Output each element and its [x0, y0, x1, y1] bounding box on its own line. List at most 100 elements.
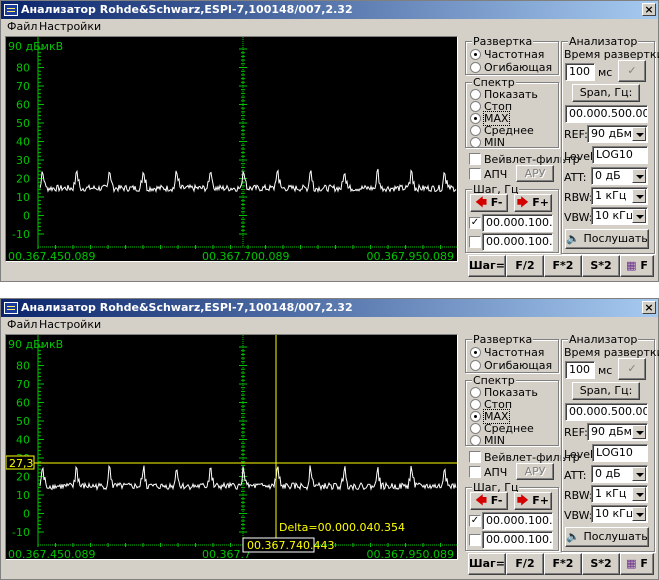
s-double-button[interactable]: S*2 [582, 553, 620, 575]
span-field[interactable]: 00.000.500.000 [565, 403, 648, 421]
step2-field[interactable]: 00.000.100.000 [482, 531, 553, 549]
f-half-button[interactable]: F/2 [506, 553, 544, 575]
sweep-time-field[interactable]: 100 [565, 63, 595, 81]
radio-circle[interactable] [470, 423, 481, 434]
radio-circle[interactable] [470, 435, 481, 446]
span-button[interactable]: Span, Гц: [572, 84, 640, 102]
step1-checkbox[interactable]: ✓ [469, 515, 481, 527]
radio-circle[interactable] [470, 411, 481, 422]
s-double-button[interactable]: S*2 [582, 255, 620, 277]
close-button[interactable]: × [642, 301, 656, 314]
radio-circle[interactable] [470, 101, 481, 112]
radio-circle[interactable] [470, 347, 481, 358]
freq-plus-button[interactable]: 🡆 F+ [514, 194, 552, 212]
radio-circle[interactable] [470, 399, 481, 410]
radio-circle[interactable] [470, 125, 481, 136]
title-bar[interactable]: Анализатор Rohde&Schwarz,ESPI-7,100148/0… [1, 299, 658, 317]
dropdown-arrow-icon[interactable] [632, 507, 646, 521]
radio-circle[interactable] [470, 113, 481, 124]
freq-minus-button[interactable]: 🡄 F- [470, 194, 508, 212]
level-field[interactable]: LOG10 [592, 146, 648, 164]
step1-field[interactable]: 00.000.100.000 [482, 214, 553, 232]
dropdown-arrow-icon[interactable] [632, 425, 646, 439]
dropdown-arrow-icon[interactable] [632, 189, 646, 203]
dropdown-arrow-icon[interactable] [632, 209, 646, 223]
f-double-button[interactable]: F*2 [544, 553, 582, 575]
f-double-button[interactable]: F*2 [544, 255, 582, 277]
chart-f-button[interactable]: ▦ F [620, 255, 654, 277]
dropdown-arrow-icon[interactable] [632, 127, 646, 141]
y-tick-label: 50 [16, 117, 30, 130]
menu-file[interactable]: Файл [7, 20, 37, 33]
radio-circle[interactable] [470, 137, 481, 148]
agc-button[interactable]: АРУ [516, 165, 554, 182]
att-label: ATT: [564, 469, 587, 482]
sweep-time-field[interactable]: 100 [565, 361, 595, 379]
spectrum-trace [39, 464, 457, 492]
chart-f-button[interactable]: ▦ F [620, 553, 654, 575]
sweep-frequency-radio[interactable]: Частотная [470, 346, 544, 359]
y-tick-label: 0 [23, 508, 30, 521]
sweep-envelope-radio[interactable]: Огибающая [470, 61, 552, 74]
y-unit-label: 90 дБмкВ [8, 40, 63, 53]
radio-circle[interactable] [470, 49, 481, 60]
radio-circle[interactable] [470, 387, 481, 398]
rbw-select[interactable]: 1 кГц [591, 485, 648, 503]
dropdown-arrow-icon[interactable] [632, 169, 646, 183]
afc-checkbox[interactable]: АПЧ [469, 168, 507, 181]
sweep-frequency-radio[interactable]: Частотная [470, 48, 544, 61]
agc-button[interactable]: АРУ [516, 463, 554, 480]
vbw-select[interactable]: 10 кГц [591, 207, 648, 225]
level-field[interactable]: LOG10 [592, 444, 648, 462]
listen-button[interactable]: 🔈 Послушать [565, 229, 649, 249]
radio-circle[interactable] [470, 62, 481, 73]
radio-circle[interactable] [470, 360, 481, 371]
step2-field[interactable]: 00.000.100.000 [482, 233, 553, 251]
step2-checkbox[interactable] [469, 236, 481, 248]
att-select[interactable]: 0 дБ [591, 167, 648, 185]
listen-button[interactable]: 🔈 Послушать [565, 527, 649, 547]
menu-file[interactable]: Файл [7, 318, 37, 331]
spectrum-plot[interactable]: 90 дБмкВ80706050403020100-1000.367.450.0… [5, 36, 458, 262]
span-field[interactable]: 00.000.500.000 [565, 105, 648, 123]
freq-plus-button[interactable]: 🡆 F+ [514, 492, 552, 510]
close-button[interactable]: × [642, 3, 656, 16]
ref-select[interactable]: 90 дБмкВ [587, 125, 648, 143]
radio-label: Огибающая [484, 61, 553, 74]
arrow-right-icon: 🡆 [517, 196, 529, 209]
spectrum-min-radio[interactable]: MIN [470, 434, 505, 447]
span-button[interactable]: Span, Гц: [572, 382, 640, 400]
speaker-icon: 🔈 [566, 232, 580, 245]
menu-settings[interactable]: Настройки [39, 318, 101, 331]
freq-minus-button[interactable]: 🡄 F- [470, 492, 508, 510]
select-value: 1 кГц [595, 487, 627, 500]
dropdown-arrow-icon[interactable] [632, 487, 646, 501]
title-bar[interactable]: Анализатор Rohde&Schwarz,ESPI-7,100148/0… [1, 1, 658, 19]
checkbox-box[interactable] [469, 451, 481, 463]
spectrum-group: Спектр Показать Стоп MAX Среднее MIN [465, 76, 559, 149]
spectrum-min-radio[interactable]: MIN [470, 136, 505, 149]
checkbox-box[interactable] [469, 168, 481, 180]
step1-field[interactable]: 00.000.100.000 [482, 512, 553, 530]
checkbox-box[interactable] [469, 153, 481, 165]
spectrum-chart: 90 дБмкВ 80 70 60 50 40 30 20 10 0 -10 00.367.450.0… [8, 37, 457, 261]
sweep-envelope-radio[interactable]: Огибающая [470, 359, 552, 372]
apply-check-button[interactable]: ✓ [618, 358, 646, 380]
rbw-select[interactable]: 1 кГц [591, 187, 648, 205]
f-half-button[interactable]: F/2 [506, 255, 544, 277]
vbw-select[interactable]: 10 кГц [591, 505, 648, 523]
att-select[interactable]: 0 дБ [591, 465, 648, 483]
step-equals-f-button[interactable]: Шаг=F [468, 255, 506, 277]
checkbox-box[interactable] [469, 466, 481, 478]
ref-select[interactable]: 90 дБмкВ [587, 423, 648, 441]
radio-circle[interactable] [470, 89, 481, 100]
afc-checkbox[interactable]: АПЧ [469, 466, 507, 479]
dropdown-arrow-icon[interactable] [632, 467, 646, 481]
step1-checkbox[interactable]: ✓ [469, 217, 481, 229]
apply-check-button[interactable]: ✓ [618, 60, 646, 82]
y-tick-label: 70 [16, 378, 30, 391]
spectrum-plot[interactable]: 90 дБмкВ80706050403020100-1000.367.450.0… [5, 334, 458, 560]
step2-checkbox[interactable] [469, 534, 481, 546]
step-equals-f-button[interactable]: Шаг=F [468, 553, 506, 575]
menu-settings[interactable]: Настройки [39, 20, 101, 33]
